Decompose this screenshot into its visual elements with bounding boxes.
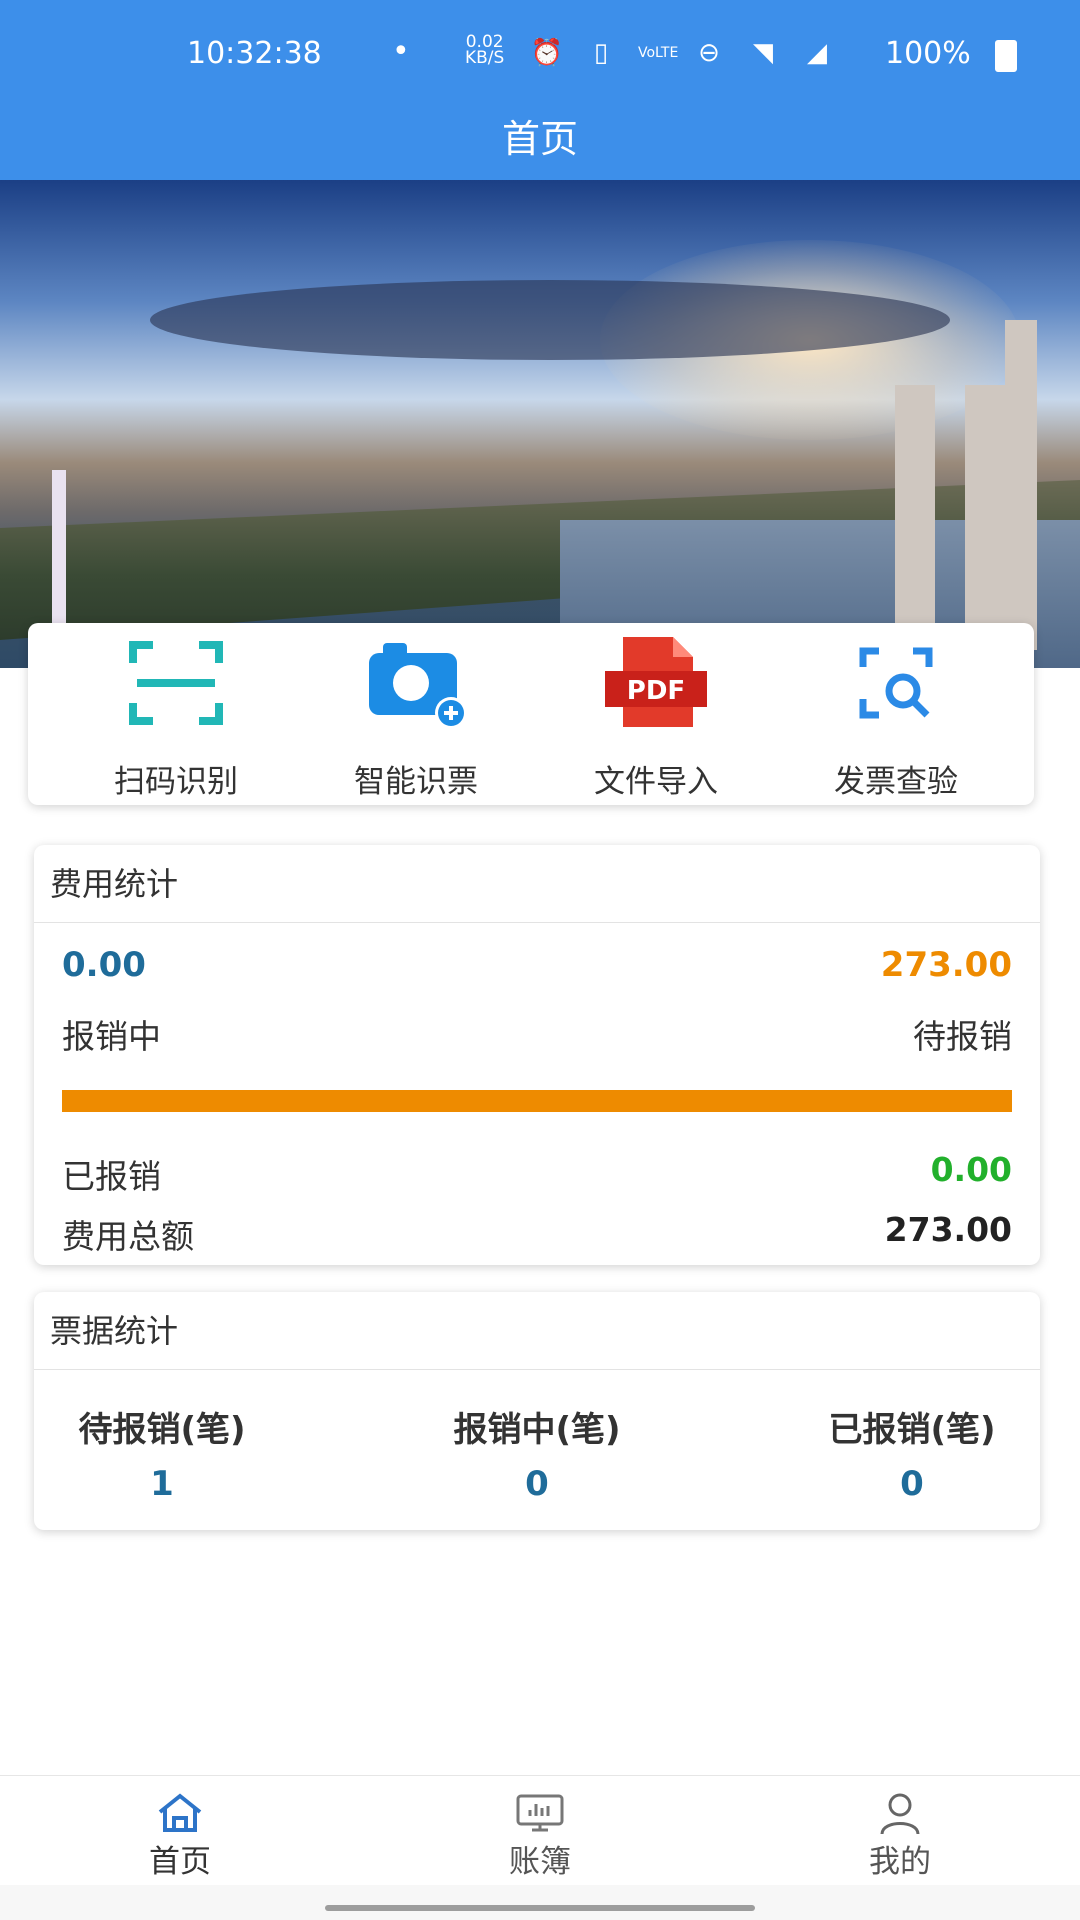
status-time: 10:32:38 bbox=[187, 36, 322, 71]
fee-stats-card: 费用统计 0.00 273.00 报销中 待报销 已报销 0.00 费用总额 2… bbox=[34, 845, 1040, 1265]
tab-me[interactable]: 我的 bbox=[720, 1776, 1080, 1886]
battery-percent: 100% bbox=[885, 36, 971, 71]
quick-action-label: 智能识票 bbox=[354, 764, 478, 800]
in-progress-amount: 0.00 bbox=[62, 945, 146, 985]
bill-pending-count[interactable]: 1 bbox=[34, 1464, 290, 1504]
pending-label: 待报销 bbox=[913, 1017, 1012, 1056]
tab-label: 账簿 bbox=[509, 1844, 571, 1880]
signal-4g-icon: ◢ bbox=[807, 38, 827, 68]
pdf-icon-text: PDF bbox=[627, 676, 685, 706]
bill-in-progress-count[interactable]: 0 bbox=[408, 1464, 666, 1504]
home-indicator[interactable] bbox=[325, 1905, 755, 1911]
top-app-bar: 10:32:38 • 0.02 KB/S ⏰ ▯ VoLTE ⊖ ◥ ◢ 100… bbox=[0, 0, 1080, 180]
quick-action-label: 文件导入 bbox=[594, 764, 718, 800]
reimbursed-label: 已报销 bbox=[62, 1157, 161, 1196]
pending-amount: 273.00 bbox=[880, 945, 1012, 985]
status-bar: 10:32:38 • 0.02 KB/S ⏰ ▯ VoLTE ⊖ ◥ ◢ 100… bbox=[0, 30, 1080, 80]
alarm-icon: ⏰ bbox=[530, 38, 564, 68]
pdf-icon: PDF bbox=[605, 637, 707, 727]
total-amount: 273.00 bbox=[884, 1210, 1012, 1249]
phone-icon: ▯ bbox=[593, 38, 609, 68]
page-title: 首页 bbox=[501, 117, 578, 161]
camera-add-icon bbox=[369, 643, 467, 729]
network-speed-unit: KB/S bbox=[465, 48, 505, 68]
bill-stats-title: 票据统计 bbox=[34, 1292, 1040, 1370]
quick-action-file-import[interactable]: PDF 文件导入 bbox=[531, 623, 781, 805]
bill-in-progress-label: 报销中(笔) bbox=[453, 1410, 621, 1450]
home-icon bbox=[158, 1793, 202, 1832]
search-scan-icon bbox=[859, 647, 933, 719]
battery-icon bbox=[995, 40, 1017, 72]
scan-icon bbox=[129, 641, 223, 725]
banner-cloud bbox=[150, 280, 950, 360]
user-icon bbox=[880, 1793, 920, 1835]
ledger-icon bbox=[516, 1794, 564, 1832]
tab-label: 首页 bbox=[149, 1844, 211, 1880]
status-icons: ⏰ ▯ VoLTE ⊖ ◥ ◢ bbox=[530, 36, 834, 70]
in-progress-label: 报销中 bbox=[62, 1017, 161, 1056]
quick-action-scan[interactable]: 扫码识别 bbox=[51, 623, 301, 805]
network-speed: 0.02 KB/S bbox=[465, 34, 505, 68]
fee-stats-title: 费用统计 bbox=[34, 845, 1040, 923]
do-not-disturb-icon: ⊖ bbox=[698, 38, 720, 68]
banner-skyscraper bbox=[1005, 320, 1037, 650]
quick-actions-card: 扫码识别 智能识票 PDF 文件导入 发票查验 bbox=[28, 623, 1034, 805]
banner-skyscraper bbox=[895, 385, 935, 635]
banner-skyscraper bbox=[965, 385, 1005, 645]
quick-action-smart-recognize[interactable]: 智能识票 bbox=[291, 623, 541, 805]
bill-stats-card: 票据统计 待报销(笔) 报销中(笔) 已报销(笔) 1 0 0 bbox=[34, 1292, 1040, 1530]
quick-action-invoice-verify[interactable]: 发票查验 bbox=[771, 623, 1021, 805]
quick-action-label: 扫码识别 bbox=[114, 764, 238, 800]
tab-ledger[interactable]: 账簿 bbox=[360, 1776, 720, 1886]
bill-reimbursed-label: 已报销(笔) bbox=[828, 1410, 996, 1450]
bill-reimbursed-count[interactable]: 0 bbox=[784, 1464, 1040, 1504]
fee-progress-fill bbox=[62, 1090, 1012, 1112]
volte-icon: VoLTE bbox=[638, 45, 679, 61]
reimbursed-amount: 0.00 bbox=[930, 1150, 1012, 1189]
quick-action-label: 发票查验 bbox=[834, 764, 958, 800]
total-label: 费用总额 bbox=[62, 1217, 194, 1256]
wifi-icon: ◥ bbox=[753, 38, 773, 68]
banner-image[interactable] bbox=[0, 180, 1080, 668]
bottom-tab-bar: 首页 账簿 我的 bbox=[0, 1775, 1080, 1885]
notification-dot-icon: • bbox=[392, 34, 410, 69]
gesture-bar bbox=[0, 1885, 1080, 1920]
fee-progress-bar bbox=[62, 1090, 1012, 1112]
tab-home[interactable]: 首页 bbox=[0, 1776, 360, 1886]
tab-label: 我的 bbox=[869, 1844, 931, 1880]
bill-pending-label: 待报销(笔) bbox=[78, 1410, 246, 1450]
